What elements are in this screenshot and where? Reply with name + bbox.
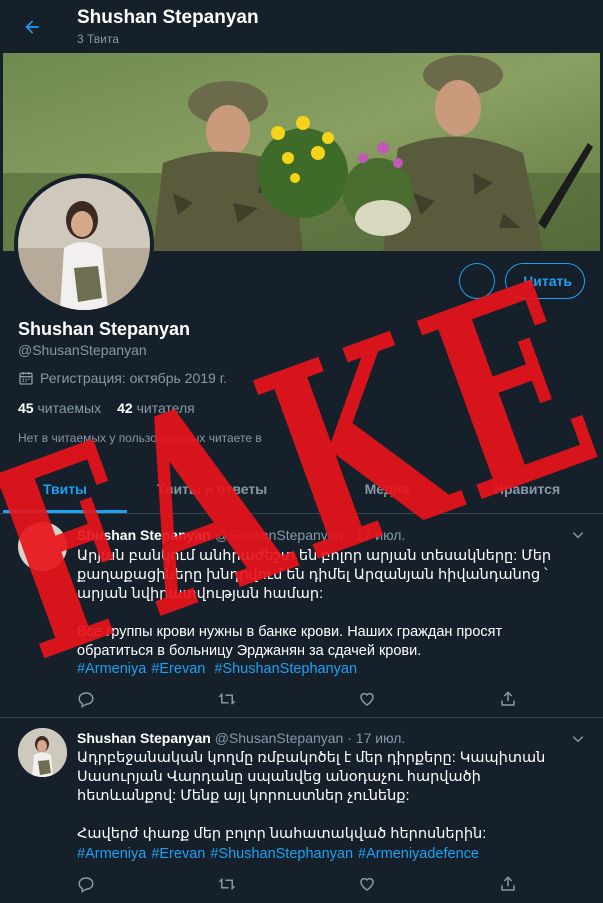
mutuals-note: Нет в читаемых у пользо которых читаете … [18, 431, 262, 445]
arrow-left-icon [25, 20, 39, 34]
following-count: 45 [18, 400, 34, 416]
join-date: Регистрация: октябрь 2019 г. [18, 370, 227, 386]
following-link[interactable]: 45 читаемых [18, 400, 101, 416]
tweet-header: Shushan Stepanyan @ShusanStepanyan · 17 … [77, 730, 405, 746]
chevron-down-icon[interactable] [571, 528, 585, 542]
join-date-text: Регистрация: октябрь 2019 г. [40, 370, 227, 386]
like-icon[interactable] [358, 875, 376, 893]
tweet[interactable]: Shushan Stepanyan @ShusanStepanyan · 17 … [0, 718, 603, 903]
tweet-avatar[interactable] [18, 728, 67, 777]
avatar-image [18, 728, 67, 777]
tweet-header: Shushan Stepanyan @ShusanStepanyan · 17 … [77, 527, 405, 543]
chevron-down-icon[interactable] [571, 732, 585, 746]
profile-tabs: Твиты Твиты и ответы Медиа Нравится [0, 464, 603, 514]
tweet-count: 3 Твита [77, 32, 119, 46]
tweet-author-handle[interactable]: @ShusanStepanyan [215, 730, 344, 746]
follow-button[interactable]: Читать [505, 263, 585, 299]
retweet-icon[interactable] [218, 690, 236, 708]
avatar-image [18, 178, 150, 310]
more-options-button[interactable] [459, 263, 495, 299]
tweet-author-name[interactable]: Shushan Stepanyan [77, 730, 211, 746]
tab-tweets[interactable]: Твиты [3, 464, 127, 513]
hashtag-link[interactable]: #Armeniya [77, 661, 146, 677]
calendar-icon [19, 372, 33, 385]
tweet-date[interactable]: · 17 июл. [347, 730, 405, 746]
reply-icon[interactable] [77, 690, 95, 708]
tweet-actions [77, 690, 517, 708]
profile-header: Shushan Stepanyan 3 Твита [0, 0, 603, 53]
follow-stats: 45 читаемых 42 читателя [18, 400, 195, 416]
followers-label: читателя [136, 400, 195, 416]
tweet-text: Արյան բանկում անհրաժեշտ են բոլոր արյան տ… [77, 548, 552, 659]
tweet-actions [77, 875, 517, 893]
tweet-author-handle[interactable]: @ShusanStepanyan [215, 527, 344, 543]
tweet-hashtags: #Armeniya #Erevan #ShushanStephanyan #Armen… [77, 846, 484, 862]
tab-likes[interactable]: Нравится [462, 464, 592, 513]
profile-handle: @ShusanStepanyan [18, 342, 147, 358]
tweet[interactable]: Shushan Stepanyan @ShusanStepanyan · 17 … [0, 514, 603, 718]
like-icon[interactable] [358, 690, 376, 708]
header-title: Shushan Stepanyan [77, 7, 259, 28]
profile-avatar[interactable] [14, 174, 154, 314]
tweet-text: Ադրբեջանական կողմը ռմբակոծել է մեր դիրքե… [77, 750, 546, 842]
tab-tweets-replies[interactable]: Твиты и ответы [127, 464, 297, 513]
following-label: читаемых [37, 400, 102, 416]
reply-icon[interactable] [77, 875, 95, 893]
profile-name: Shushan Stepanyan [18, 319, 191, 339]
hashtag-link[interactable]: #Erevan [151, 846, 205, 862]
tab-media[interactable]: Медиа [297, 464, 477, 513]
retweet-icon[interactable] [218, 875, 236, 893]
share-icon[interactable] [499, 875, 517, 893]
hashtag-link[interactable]: #Armeniya [77, 846, 146, 862]
tweet-date[interactable]: · 17 июл. [347, 527, 405, 543]
hashtag-link[interactable]: #Erevan [151, 661, 205, 677]
tweet-hashtags: #Armeniya #Erevan #ShushanStephanyan [77, 661, 362, 677]
tweet-author-name[interactable]: Shushan Stepanyan [77, 527, 211, 543]
followers-count: 42 [117, 400, 133, 416]
tweet-avatar[interactable] [18, 522, 67, 571]
active-tab-indicator [3, 510, 127, 513]
back-button[interactable] [14, 9, 50, 45]
followers-link[interactable]: 42 читателя [117, 400, 195, 416]
hashtag-link[interactable]: #ShushanStephanyan [210, 846, 353, 862]
hashtag-link[interactable]: #ShushanStephanyan [214, 661, 357, 677]
hashtag-link[interactable]: #Armeniyadefence [358, 846, 479, 862]
share-icon[interactable] [499, 690, 517, 708]
